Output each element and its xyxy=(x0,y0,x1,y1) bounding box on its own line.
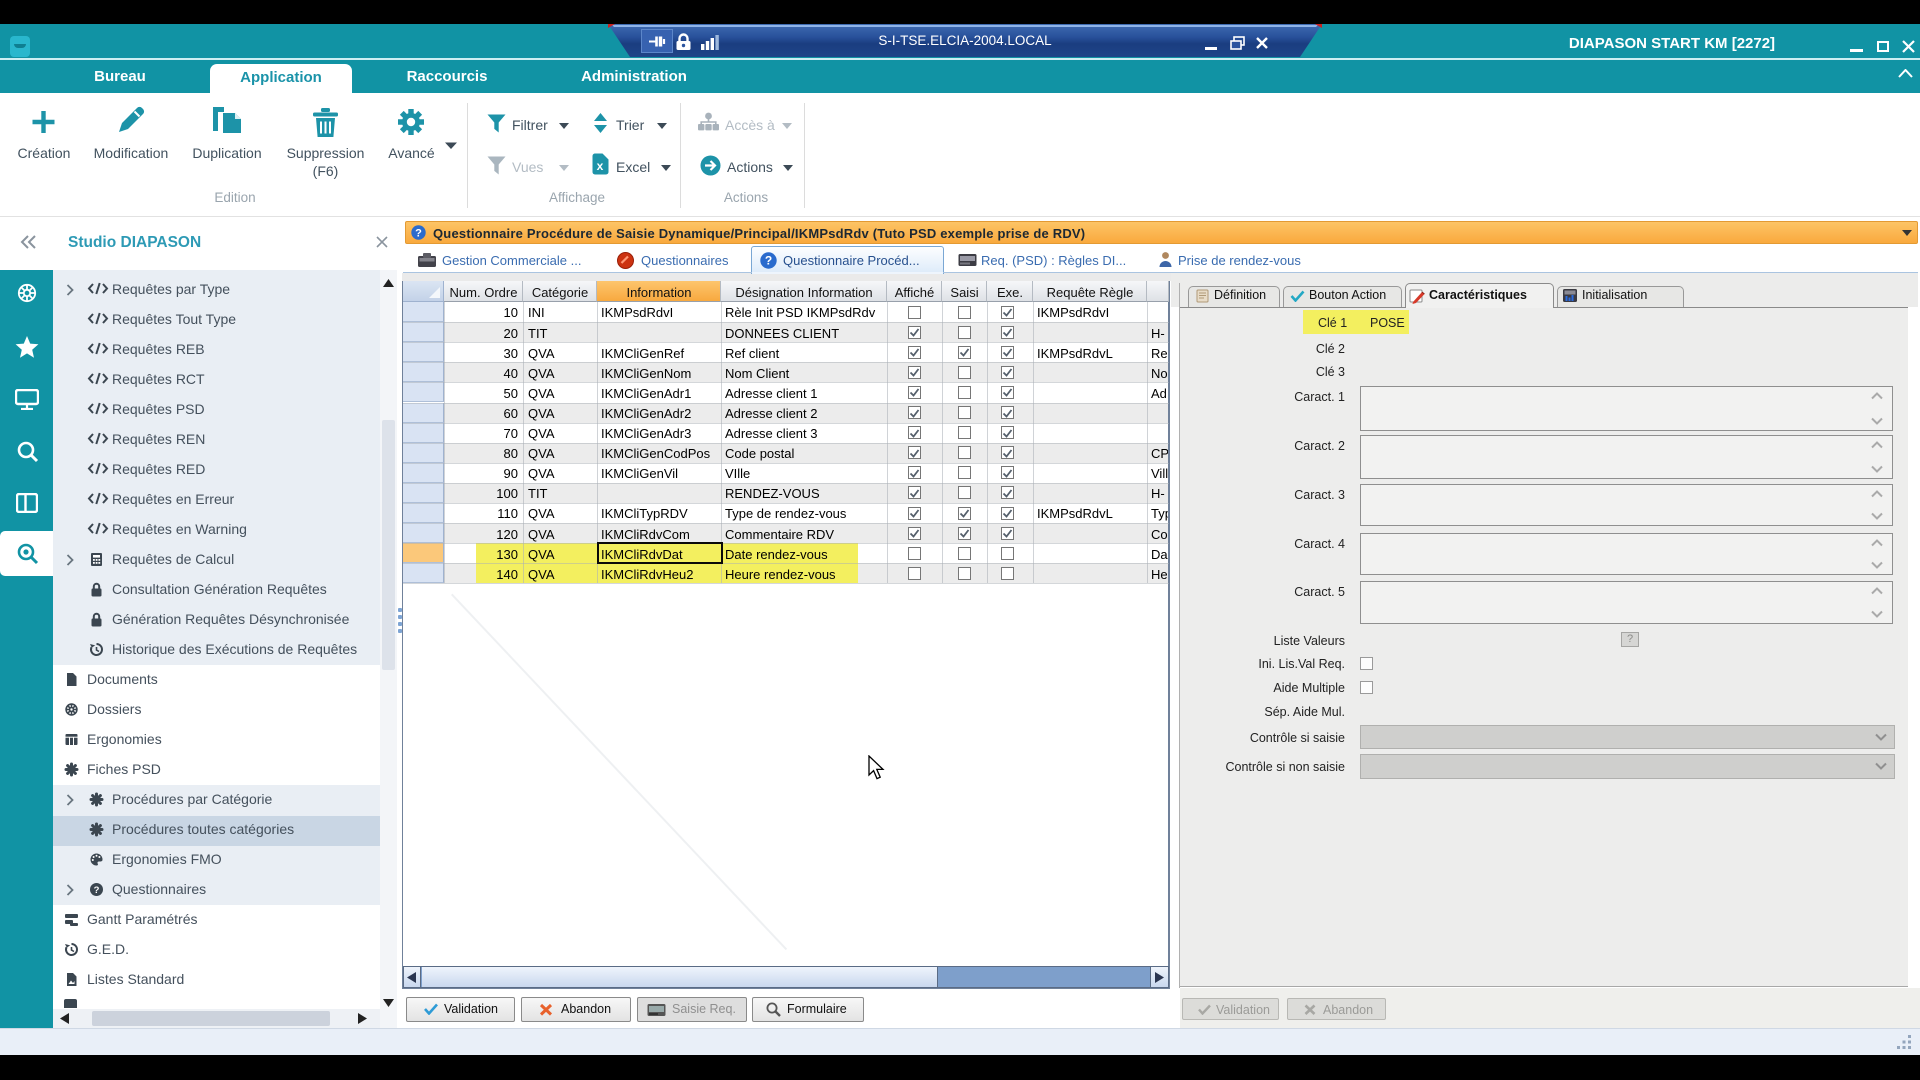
svg-text:?: ? xyxy=(415,228,422,240)
svg-text:?: ? xyxy=(94,885,100,896)
svg-text:?: ? xyxy=(765,254,772,268)
svg-text:x: x xyxy=(597,159,604,173)
